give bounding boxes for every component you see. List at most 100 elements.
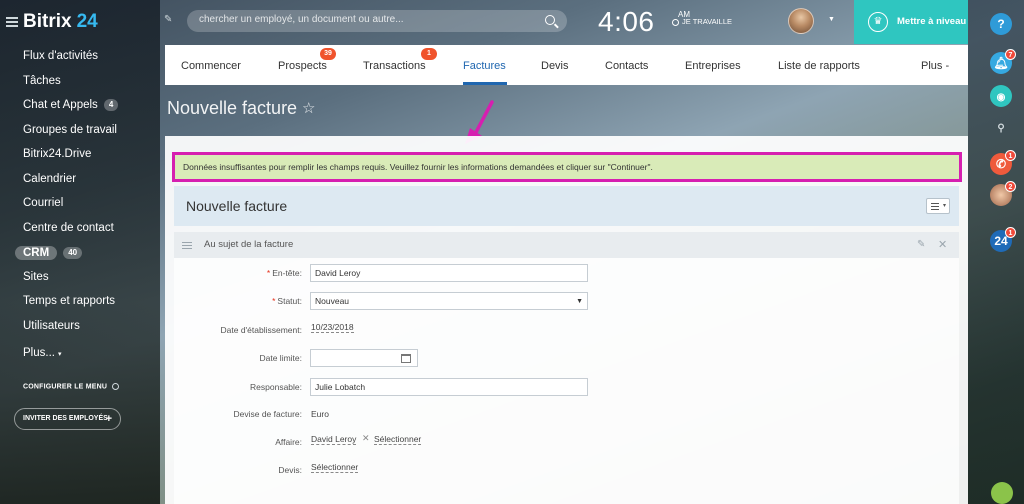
user-avatar[interactable]	[788, 8, 814, 34]
clock-time: 4:06	[598, 6, 655, 37]
status-dot-icon	[672, 18, 679, 26]
upgrade-label: Mettre à niveau	[897, 16, 967, 27]
calendar-icon[interactable]	[401, 354, 411, 363]
top-bar: ✎ chercher un employé, un document ou au…	[160, 0, 968, 44]
tab-factures[interactable]: Factures	[463, 60, 506, 72]
sidebar-item-label: Chat et Appels	[23, 99, 98, 111]
sidebar-item-label: Utilisateurs	[23, 320, 80, 332]
sidebar-item-mail[interactable]: Courriel	[23, 194, 63, 212]
sidebar-item-time-reports[interactable]: Temps et rapports	[23, 292, 115, 310]
work-status-button[interactable]: JE TRAVAILLE	[672, 17, 732, 26]
chat-button[interactable]: ◉	[990, 85, 1012, 107]
form-menu-button[interactable]: ▾	[926, 198, 950, 214]
header-input[interactable]: David Leroy	[310, 264, 588, 282]
due-date-input[interactable]	[310, 349, 418, 367]
tab-devis[interactable]: Devis	[541, 60, 569, 72]
help-icon: ?	[997, 17, 1005, 31]
form-title: Nouvelle facture	[186, 198, 288, 214]
notifications-button[interactable]: 🔔︎ 7	[990, 49, 1016, 74]
phone-button[interactable]: ✆ 1	[990, 150, 1016, 175]
sidebar-item-more[interactable]: Plus... ▾	[23, 344, 61, 362]
search-icon: ⚲	[997, 123, 1005, 134]
sidebar-item-label: Calendrier	[23, 173, 77, 185]
header-label-text: En-tête:	[272, 268, 302, 278]
invite-label: INVITER DES EMPLOYÉS	[23, 415, 108, 422]
sidebar-item-label: CRM	[15, 246, 58, 260]
sidebar-item-sites[interactable]: Sites	[23, 268, 49, 286]
crm-count-badge: 40	[63, 246, 83, 259]
configure-menu-button[interactable]: CONFIGURER LE MENU	[23, 383, 120, 390]
chevron-down-icon: ▾	[942, 203, 946, 209]
logo[interactable]: Bitrix 24	[6, 11, 98, 32]
logo-number: 24	[76, 11, 98, 32]
status-select[interactable]: Nouveau ▼	[310, 292, 588, 310]
sidebar-item-tasks[interactable]: Tâches	[23, 72, 61, 90]
crm-tabs: Commencer Prospects 39 Transactions 1 Fact…	[165, 45, 968, 85]
call-button[interactable]	[991, 482, 1013, 504]
active-tab-indicator	[463, 82, 507, 85]
quote-label: Devis:	[278, 465, 302, 475]
sidebar-item-drive[interactable]: Bitrix24.Drive	[23, 145, 91, 163]
pencil-icon[interactable]: ✎	[917, 239, 925, 250]
b24-badge: 1	[1005, 227, 1016, 238]
bitrix24-network-button[interactable]: 24 1	[990, 227, 1016, 252]
required-mark: *	[266, 268, 271, 278]
currency-value: Euro	[311, 409, 329, 419]
tab-prospects[interactable]: Prospects 39	[278, 48, 336, 72]
due-date-label: Date limite:	[259, 353, 302, 363]
tab-contacts[interactable]: Contacts	[605, 60, 648, 72]
tab-entreprises[interactable]: Entreprises	[685, 60, 741, 72]
responsible-input[interactable]: Julie Lobatch	[310, 378, 588, 396]
right-rail: ? 🔔︎ 7 ◉ ⚲ ✆ 1 2 24 1	[968, 0, 1024, 504]
sidebar-item-chat[interactable]: Chat et Appels 4	[23, 96, 119, 114]
tab-commencer[interactable]: Commencer	[181, 60, 241, 72]
tab-label: Entreprises	[685, 60, 741, 72]
search-input[interactable]: chercher un employé, un document ou autr…	[187, 10, 567, 32]
notifications-badge: 7	[1005, 49, 1016, 60]
sidebar-item-activity-stream[interactable]: Flux d'activités	[23, 47, 98, 65]
sidebar-item-contact-center[interactable]: Centre de contact	[23, 219, 114, 237]
contact-avatar-button[interactable]: 2	[990, 181, 1016, 206]
drag-handle-icon[interactable]	[182, 242, 192, 249]
tab-label: Factures	[463, 60, 506, 72]
sidebar-item-crm[interactable]: CRM 40	[15, 244, 83, 262]
tab-reports[interactable]: Liste de rapports	[778, 60, 860, 72]
help-button[interactable]: ?	[990, 13, 1012, 35]
star-icon[interactable]: ☆	[302, 99, 315, 117]
deal-link[interactable]: David Leroy	[311, 434, 357, 445]
quote-select-link[interactable]: Sélectionner	[311, 462, 359, 473]
search-icon[interactable]	[545, 15, 555, 25]
issue-date-label: Date d'établissement:	[220, 325, 302, 335]
gear-icon	[112, 383, 120, 390]
form-header: Nouvelle facture ▾	[174, 186, 959, 226]
prospects-badge: 39	[320, 48, 336, 60]
phone-icon: ✆	[995, 157, 1007, 171]
sidebar-item-users[interactable]: Utilisateurs	[23, 317, 80, 335]
menu-icon[interactable]	[6, 17, 18, 27]
issue-date-value[interactable]: 10/23/2018	[311, 322, 354, 333]
chevron-down-icon[interactable]: ▼	[828, 16, 835, 23]
tab-label: Commencer	[181, 60, 241, 72]
chat-bubble-icon: ◉	[996, 92, 1006, 103]
rail-search-button[interactable]: ⚲	[990, 116, 1012, 138]
section-title: Au sujet de la facture	[204, 239, 294, 250]
pencil-icon[interactable]: ✎	[164, 14, 174, 25]
invite-employees-button[interactable]: INVITER DES EMPLOYÉS +	[14, 408, 121, 430]
tab-transactions[interactable]: Transactions 1	[363, 48, 437, 72]
sidebar-item-calendar[interactable]: Calendrier	[23, 170, 76, 188]
sidebar-item-label: Flux d'activités	[23, 50, 99, 62]
tab-more[interactable]: Plus -	[921, 60, 949, 72]
list-icon	[931, 203, 939, 210]
deal-select-link[interactable]: Sélectionner	[374, 434, 422, 445]
tab-label: Liste de rapports	[778, 60, 860, 72]
close-icon[interactable]: ✕	[938, 238, 947, 251]
sidebar-item-workgroups[interactable]: Groupes de travail	[23, 121, 117, 139]
sidebar-item-label: Sites	[23, 271, 49, 283]
sidebar-item-label: Temps et rapports	[23, 295, 116, 307]
phone-badge: 1	[1005, 150, 1016, 161]
remove-deal-icon[interactable]: ✕	[362, 433, 370, 444]
upgrade-button[interactable]: ♛ Mettre à niveau	[854, 0, 968, 44]
plus-icon: +	[105, 413, 112, 425]
transactions-badge: 1	[421, 48, 437, 60]
tab-label: Plus -	[921, 60, 950, 72]
